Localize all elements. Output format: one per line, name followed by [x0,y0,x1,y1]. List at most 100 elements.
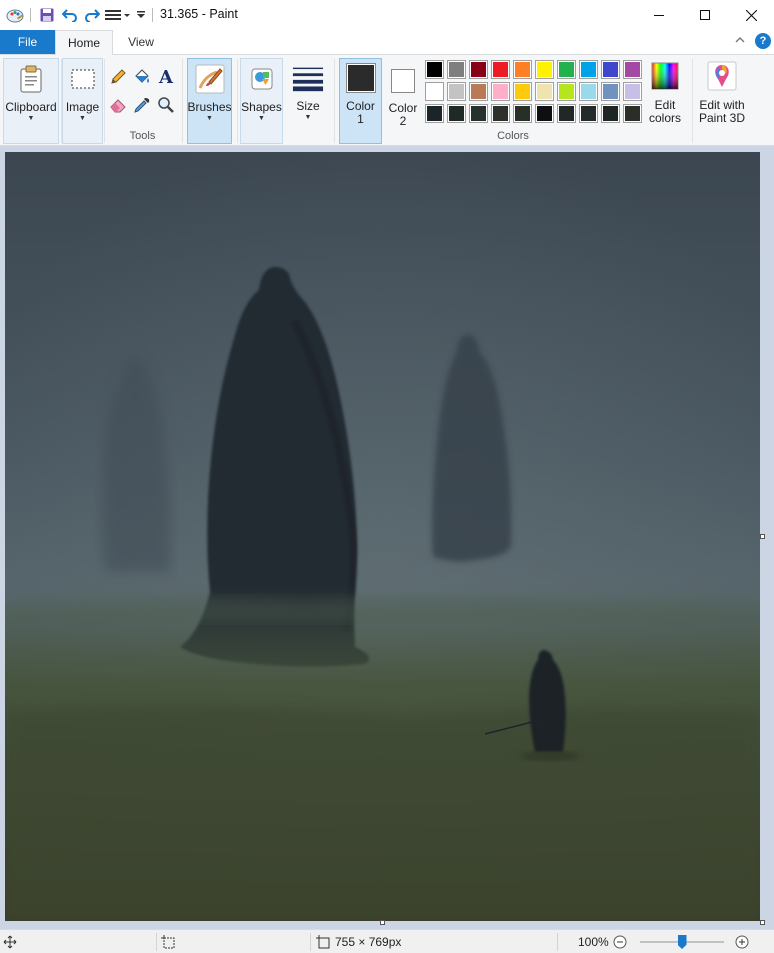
brushes-button[interactable]: Brushes ▼ [187,58,232,144]
palette-swatch[interactable] [557,82,576,101]
tab-file[interactable]: File [0,30,55,54]
palette-swatch[interactable] [425,104,444,123]
chevron-down-icon: ▼ [27,115,35,122]
resize-handle-right[interactable] [760,534,765,539]
magnifier-icon[interactable] [156,95,176,115]
chevron-down-icon: ▼ [206,115,213,122]
cursor-position-icon [3,934,17,950]
zoom-in-button[interactable] [735,934,749,950]
palette-swatch[interactable] [557,104,576,123]
color1-swatch [345,62,377,94]
palette-swatch[interactable] [425,82,444,101]
color2-label: Color 2 [388,101,418,128]
customize-icon[interactable] [105,5,131,25]
dropdown-icon[interactable] [135,5,147,25]
palette-swatch[interactable] [447,104,466,123]
palette-swatch[interactable] [601,104,620,123]
paint3d-label: Edit with Paint 3D [698,98,746,125]
color1-button[interactable]: Color 1 [339,58,382,144]
chevron-down-icon: ▼ [79,115,86,122]
palette-swatch[interactable] [623,82,642,101]
status-bar: 755 × 769px 100% [0,929,774,953]
palette-swatch[interactable] [469,82,488,101]
palette-swatch[interactable] [491,60,510,79]
group-divider [334,59,335,143]
zoom-out-button[interactable] [613,934,627,950]
minus-icon [613,935,627,949]
close-icon [745,9,757,21]
palette-swatch[interactable] [601,82,620,101]
painting-image [5,152,760,921]
chevron-down-icon: ▼ [258,115,265,122]
edit-with-paint3d-button[interactable]: Edit with Paint 3D [695,58,749,144]
palette-swatch[interactable] [579,82,598,101]
colors-group-label: Colors [497,130,529,142]
title-divider [151,5,153,25]
shapes-button[interactable]: Shapes ▼ [240,58,283,144]
tab-view[interactable]: View [116,30,166,54]
close-button[interactable] [728,0,774,30]
color1-label: Color 1 [346,99,375,126]
ribbon-home: Clipboard ▼ Image ▼ A Tools Brushes ▼ Sh… [0,54,774,146]
fill-icon[interactable] [132,67,152,87]
plus-icon [735,935,749,949]
zoom-level: 100% [578,935,609,949]
group-divider [692,59,693,143]
eraser-icon[interactable] [108,95,128,115]
size-button[interactable]: Size ▼ [287,58,329,144]
palette-swatch[interactable] [447,82,466,101]
color2-swatch [387,65,419,97]
brush-icon [194,63,226,95]
tab-home[interactable]: Home [55,30,113,55]
palette-swatch[interactable] [491,82,510,101]
image-canvas[interactable] [5,152,760,921]
save-icon[interactable] [39,5,55,25]
color2-button[interactable]: Color 2 [384,58,422,144]
image-label: Image [65,100,100,114]
palette-swatch[interactable] [579,104,598,123]
minimize-button[interactable] [636,0,682,30]
palette-swatch[interactable] [513,104,532,123]
help-button[interactable]: ? [755,33,771,49]
palette-swatch[interactable] [513,60,532,79]
pencil-icon[interactable] [108,67,128,87]
resize-handle-corner[interactable] [760,920,765,925]
undo-icon[interactable] [62,5,78,25]
palette-swatch[interactable] [623,60,642,79]
clipboard-button[interactable]: Clipboard ▼ [3,58,59,144]
color-spectrum-icon [649,60,681,92]
paint-app-icon[interactable] [6,5,24,25]
window-title: 31.365 - Paint [160,7,238,21]
palette-swatch[interactable] [535,82,554,101]
palette-swatch[interactable] [557,60,576,79]
palette-swatch[interactable] [579,60,598,79]
palette-swatch[interactable] [513,82,532,101]
shapes-icon [246,63,278,95]
palette-swatch[interactable] [447,60,466,79]
status-divider [156,933,157,951]
collapse-ribbon-button[interactable] [734,34,748,48]
palette-swatch[interactable] [469,60,488,79]
edit-colors-button[interactable]: Edit colors [645,58,685,144]
redo-icon[interactable] [84,5,100,25]
canvas-workspace [0,146,774,929]
palette-swatch[interactable] [535,60,554,79]
palette-swatch[interactable] [623,104,642,123]
zoom-slider-thumb[interactable] [677,935,687,949]
palette-swatch[interactable] [535,104,554,123]
palette-swatch[interactable] [469,104,488,123]
palette-swatch[interactable] [425,60,444,79]
chevron-down-icon: ▼ [304,114,312,121]
maximize-button[interactable] [682,0,728,30]
palette-swatch[interactable] [601,60,620,79]
shapes-label: Shapes [241,100,282,114]
group-divider [182,59,183,143]
text-icon[interactable]: A [156,67,176,88]
color-picker-icon[interactable] [132,95,152,115]
palette-swatch[interactable] [491,104,510,123]
title-bar: 31.365 - Paint [0,0,774,30]
paint3d-icon [706,60,738,92]
help-icon: ? [759,35,767,47]
image-button[interactable]: Image ▼ [62,58,103,144]
resize-handle-bottom[interactable] [380,920,385,925]
